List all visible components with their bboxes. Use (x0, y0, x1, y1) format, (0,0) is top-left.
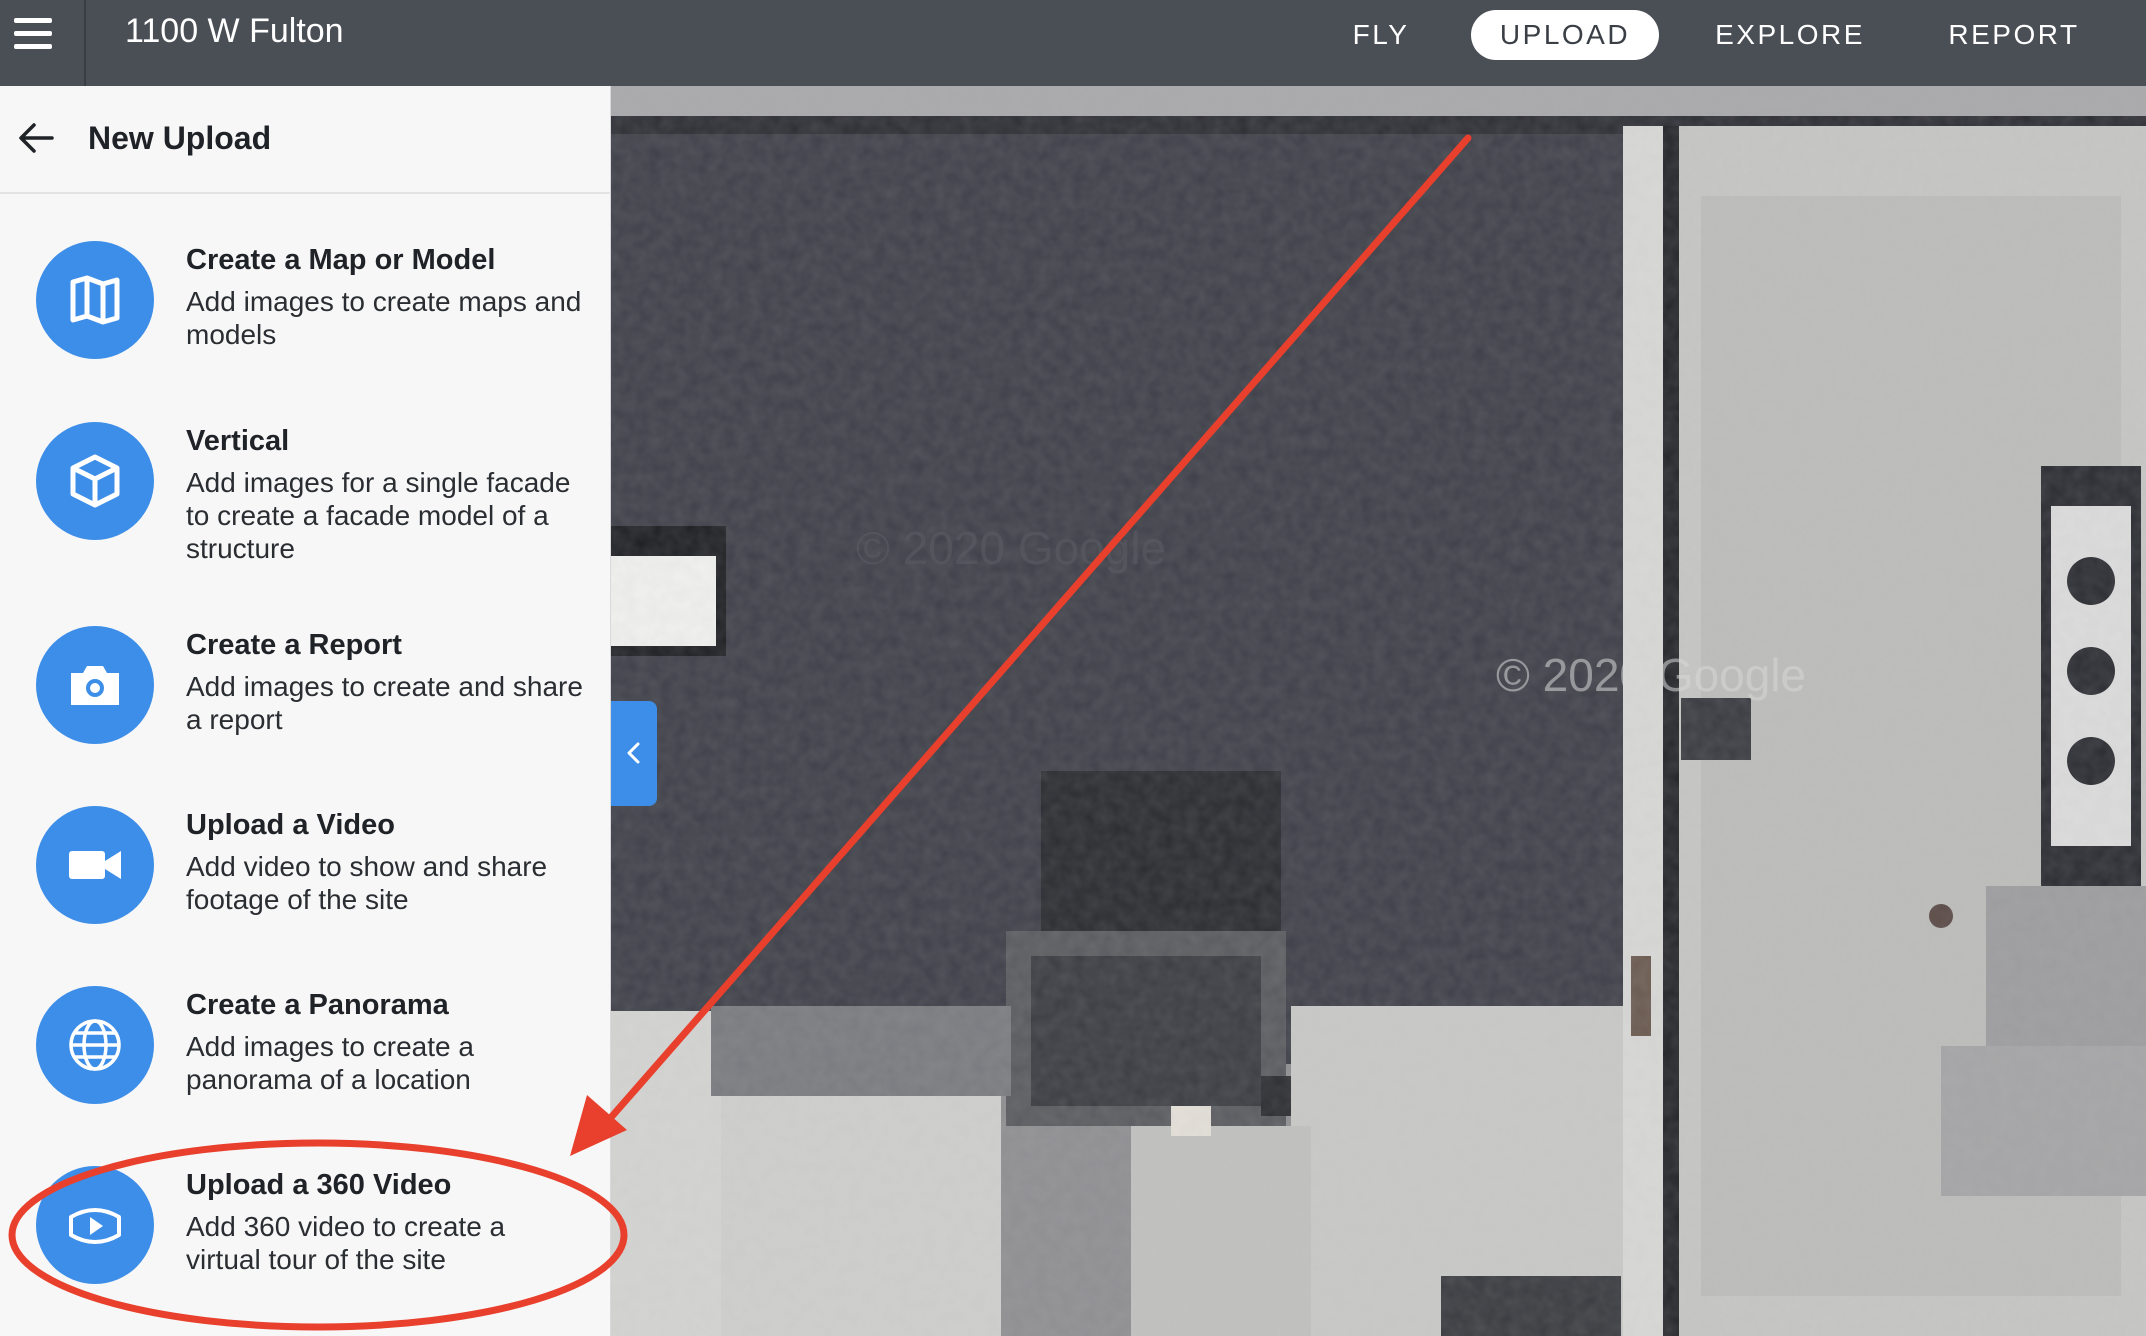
video-camera-icon (36, 806, 154, 924)
option-create-report[interactable]: Create a Report Add images to create and… (0, 611, 610, 786)
option-upload-360-video[interactable]: Upload a 360 Video Add 360 video to crea… (0, 1151, 610, 1326)
satellite-imagery: © 2020 Google © 2020 Google (611, 86, 2146, 1336)
satellite-map[interactable]: © 2020 Google © 2020 Google (611, 86, 2146, 1336)
header-divider (84, 0, 86, 86)
nav-fly[interactable]: FLY (1335, 10, 1427, 60)
cube-icon (36, 422, 154, 540)
option-description: Add video to show and share footage of t… (186, 851, 548, 915)
nav-explore[interactable]: EXPLORE (1700, 10, 1880, 60)
option-title: Upload a 360 Video (186, 1169, 452, 1201)
upload-panel: New Upload Create a Map or Model Add ima… (0, 86, 611, 1336)
nav-upload[interactable]: UPLOAD (1471, 10, 1659, 60)
map-watermark: © 2020 Google (1496, 649, 1806, 701)
360-video-icon (36, 1166, 154, 1284)
map-watermark: © 2020 Google (856, 522, 1166, 574)
option-create-panorama[interactable]: Create a Panorama Add images to create a… (0, 971, 610, 1146)
back-arrow-icon[interactable] (14, 116, 58, 160)
option-description: Add images to create maps and models (186, 286, 582, 350)
hamburger-menu-icon[interactable] (0, 0, 84, 86)
option-upload-video[interactable]: Upload a Video Add video to show and sha… (0, 791, 610, 966)
chevron-left-icon (627, 742, 640, 764)
panel-title: New Upload (88, 120, 272, 156)
map-icon (36, 241, 154, 359)
panel-header: New Upload (0, 86, 610, 194)
option-title: Create a Map or Model (186, 244, 496, 276)
globe-icon (36, 986, 154, 1104)
nav-report[interactable]: REPORT (1936, 10, 2092, 60)
camera-icon (36, 626, 154, 744)
option-vertical[interactable]: Vertical Add images for a single facade … (0, 407, 610, 582)
option-title: Create a Panorama (186, 989, 449, 1021)
site-title: 1100 W Fulton (125, 12, 344, 50)
option-description: Add images for a single facade to create… (186, 467, 571, 564)
collapse-panel-button[interactable] (611, 701, 657, 806)
option-title: Create a Report (186, 629, 402, 661)
option-description: Add images to create a panorama of a loc… (186, 1031, 474, 1095)
option-title: Vertical (186, 425, 290, 457)
option-create-map[interactable]: Create a Map or Model Add images to crea… (0, 226, 610, 401)
top-bar: 1100 W Fulton FLY UPLOAD EXPLORE REPORT (0, 0, 2146, 86)
option-description: Add 360 video to create a virtual tour o… (186, 1211, 506, 1275)
option-description: Add images to create and share a report (186, 671, 583, 735)
option-title: Upload a Video (186, 809, 395, 841)
